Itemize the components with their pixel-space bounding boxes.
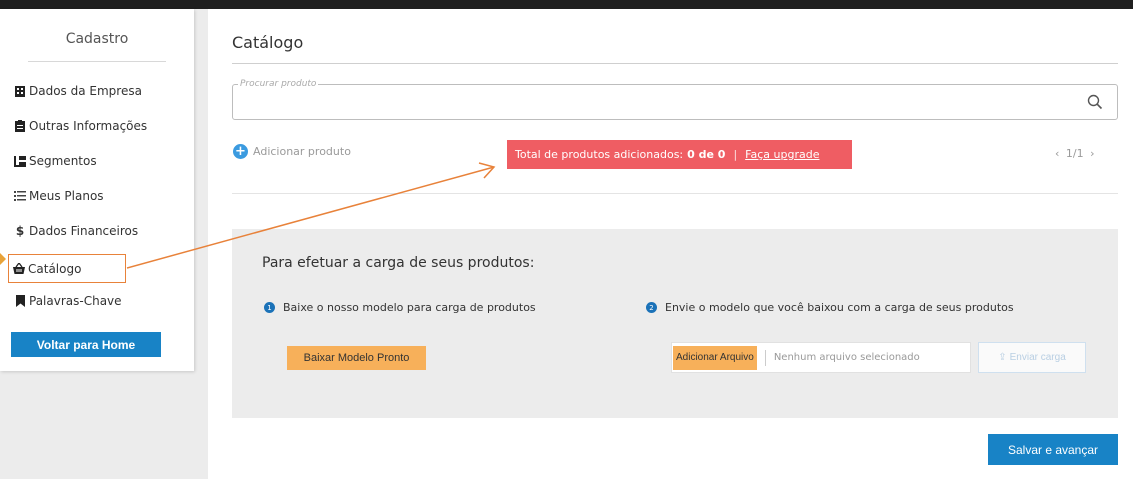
sidebar: Cadastro Dados da Empresa Outras Informa… — [0, 9, 194, 371]
sidebar-item-label: Dados Financeiros — [29, 224, 139, 238]
sidebar-item-label: Catálogo — [28, 261, 82, 276]
sidebar-item-meus-planos[interactable]: Meus Planos — [14, 186, 104, 206]
title-divider — [232, 63, 1118, 64]
banner-separator: | — [733, 148, 738, 161]
download-template-button[interactable]: Baixar Modelo Pronto — [287, 346, 426, 370]
dollar-icon: $ — [15, 224, 25, 238]
add-product-label: Adicionar produto — [253, 145, 351, 158]
plus-circle-icon: + — [233, 144, 248, 159]
add-product-button[interactable]: + Adicionar produto — [233, 144, 351, 159]
total-products-banner: Total de produtos adicionados: 0 de 0 | … — [507, 140, 852, 169]
step-1: 1 Baixe o nosso modelo para carga de pro… — [264, 301, 536, 314]
basket-icon — [13, 263, 25, 275]
back-to-home-button[interactable]: Voltar para Home — [11, 332, 161, 357]
sidebar-title-divider — [28, 61, 166, 62]
send-upload-button[interactable]: ⇪ Enviar carga — [978, 342, 1086, 373]
upgrade-link[interactable]: Faça upgrade — [745, 148, 819, 161]
search-icon[interactable] — [1086, 93, 1104, 111]
next-page-button[interactable]: › — [1090, 147, 1094, 160]
segments-icon — [14, 155, 26, 167]
upload-icon: ⇪ — [998, 352, 1007, 363]
step-2-number-icon: 2 — [646, 302, 657, 313]
prev-page-button[interactable]: ‹ — [1055, 147, 1059, 160]
sidebar-item-label: Meus Planos — [29, 189, 104, 203]
page-title: Catálogo — [232, 33, 304, 52]
annotation-arrow-tip — [0, 253, 6, 265]
file-status: Nenhum arquivo selecionado — [773, 352, 920, 363]
sidebar-title: Cadastro — [65, 31, 129, 47]
step-1-text: Baixe o nosso modelo para carga de produ… — [283, 301, 536, 314]
building-icon — [14, 85, 26, 97]
total-count: 0 de 0 — [687, 148, 726, 161]
search-input[interactable] — [240, 90, 1070, 114]
sidebar-item-outras-informacoes[interactable]: Outras Informações — [14, 116, 147, 136]
file-input: Adicionar Arquivo Nenhum arquivo selecio… — [671, 342, 971, 373]
step-2-text: Envie o modelo que você baixou com a car… — [665, 301, 1014, 314]
file-separator — [764, 349, 766, 366]
add-file-button[interactable]: Adicionar Arquivo — [673, 345, 757, 370]
sidebar-item-segmentos[interactable]: Segmentos — [14, 151, 97, 171]
step-1-number-icon: 1 — [264, 302, 275, 313]
step-2: 2 Envie o modelo que você baixou com a c… — [646, 301, 1014, 314]
search-legend: Procurar produto — [238, 79, 319, 89]
sidebar-item-palavras-chave[interactable]: Palavras-Chave — [14, 291, 122, 311]
sidebar-item-label: Outras Informações — [29, 119, 148, 133]
clipboard-icon — [14, 120, 26, 132]
sidebar-item-dados-financeiros[interactable]: $ Dados Financeiros — [14, 221, 138, 241]
sidebar-item-label: Palavras-Chave — [29, 294, 122, 308]
list-icon — [14, 190, 26, 202]
total-label: Total de produtos adicionados: — [515, 148, 684, 161]
sidebar-item-dados-empresa[interactable]: Dados da Empresa — [14, 81, 142, 101]
save-and-continue-button[interactable]: Salvar e avançar — [988, 434, 1118, 465]
page-indicator: 1/1 — [1065, 147, 1084, 160]
bookmark-icon — [14, 295, 26, 307]
sidebar-item-catalogo[interactable]: Catálogo — [8, 254, 126, 283]
pagination: ‹ 1/1 › — [1055, 147, 1095, 160]
section-divider — [232, 193, 1118, 194]
sidebar-item-label: Segmentos — [29, 154, 97, 168]
top-bar — [0, 0, 1133, 9]
upload-heading: Para efetuar a carga de seus produtos: — [262, 255, 535, 271]
send-upload-label: Enviar carga — [1009, 352, 1066, 363]
sidebar-item-label: Dados da Empresa — [29, 84, 142, 98]
